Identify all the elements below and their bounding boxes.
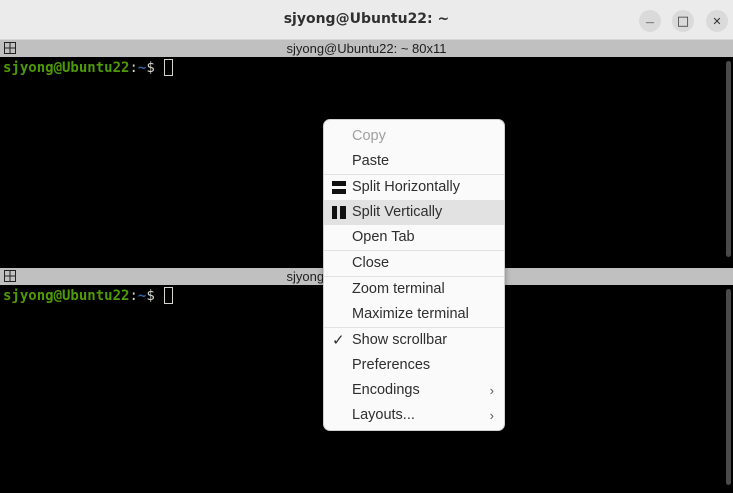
split-vertical-icon <box>332 206 346 219</box>
menu-item-split-horizontally[interactable]: Split Horizontally <box>324 175 504 200</box>
menu-item-label: Split Vertically <box>352 204 443 220</box>
text-cursor <box>163 287 173 304</box>
prompt-separator: : <box>129 60 138 76</box>
menu-item-encodings[interactable]: Encodings › <box>324 378 504 403</box>
menu-item-label: Preferences <box>352 357 431 373</box>
context-menu: Copy Paste Split Horizontally Split Vert… <box>323 119 505 431</box>
menu-item-label: Copy <box>352 128 386 144</box>
maximize-icon: □ <box>676 14 690 29</box>
pane-title: sjyong@Ubuntu22: ~ 80x11 <box>286 41 447 56</box>
menu-item-label: Close <box>352 255 390 271</box>
menu-item-label: Maximize terminal <box>352 306 469 322</box>
menu-item-label: Paste <box>352 153 390 169</box>
shell-prompt: sjyong@Ubuntu22:~$ <box>3 287 173 304</box>
menu-item-label: Open Tab <box>352 229 415 245</box>
menu-item-label: Split Horizontally <box>352 179 460 195</box>
checkmark-icon: ✓ <box>332 332 345 349</box>
maximize-button[interactable]: □ <box>672 10 694 32</box>
menu-item-label: Show scrollbar <box>352 332 448 348</box>
menu-item-paste[interactable]: Paste <box>324 149 504 174</box>
scrollbar-thumb[interactable] <box>726 61 731 257</box>
prompt-symbol: $ <box>146 288 155 304</box>
minimize-icon: — <box>645 18 655 28</box>
prompt-symbol: $ <box>146 60 155 76</box>
scrollbar-bottom[interactable] <box>724 285 733 493</box>
minimize-button[interactable]: — <box>639 10 661 32</box>
menu-item-copy[interactable]: Copy <box>324 124 504 149</box>
split-horizontal-icon <box>332 181 346 194</box>
menu-item-maximize-terminal[interactable]: Maximize terminal <box>324 302 504 327</box>
window-title: sjyong@Ubuntu22: ~ <box>283 11 450 27</box>
menu-item-close[interactable]: Close <box>324 251 504 276</box>
shell-prompt: sjyong@Ubuntu22:~$ <box>3 59 173 76</box>
prompt-user: sjyong@Ubuntu22 <box>3 288 130 304</box>
prompt-user: sjyong@Ubuntu22 <box>3 60 130 76</box>
menu-item-open-tab[interactable]: Open Tab <box>324 225 504 250</box>
menu-item-label: Zoom terminal <box>352 281 445 297</box>
menu-item-label: Layouts... <box>352 407 415 423</box>
scrollbar-top[interactable] <box>724 57 733 262</box>
chevron-right-icon: › <box>489 383 494 398</box>
scrollbar-thumb[interactable] <box>726 289 731 485</box>
menu-item-preferences[interactable]: Preferences <box>324 353 504 378</box>
menu-item-label: Encodings <box>352 382 420 398</box>
menu-item-show-scrollbar[interactable]: ✓ Show scrollbar <box>324 328 504 353</box>
close-button[interactable]: ✕ <box>706 10 728 32</box>
menu-item-layouts[interactable]: Layouts... › <box>324 403 504 428</box>
menu-item-zoom-terminal[interactable]: Zoom terminal <box>324 277 504 302</box>
pane-header-top[interactable]: sjyong@Ubuntu22: ~ 80x11 <box>0 40 733 57</box>
window-titlebar[interactable]: sjyong@Ubuntu22: ~ — □ ✕ <box>0 0 733 40</box>
chevron-right-icon: › <box>489 408 494 423</box>
text-cursor <box>163 59 173 76</box>
close-icon: ✕ <box>712 15 722 28</box>
menu-item-split-vertically[interactable]: Split Vertically <box>324 200 504 225</box>
prompt-separator: : <box>129 288 138 304</box>
